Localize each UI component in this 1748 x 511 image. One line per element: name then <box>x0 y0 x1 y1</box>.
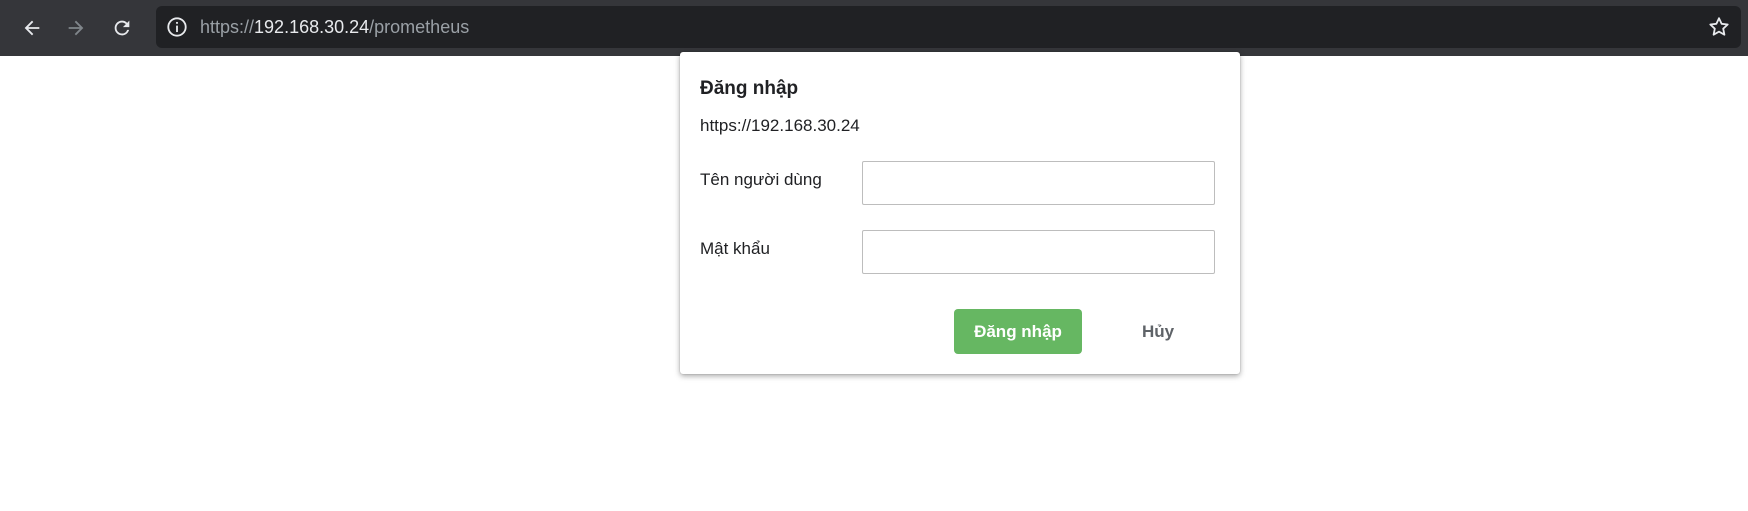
dialog-title: Đăng nhập <box>700 78 799 99</box>
forward-arrow-icon <box>68 20 84 36</box>
back-arrow-icon <box>24 20 40 36</box>
url-host: 192.168.30.24 <box>254 17 370 37</box>
dialog-origin: https://192.168.30.24 <box>700 116 860 135</box>
forward-button[interactable] <box>56 8 96 48</box>
star-icon[interactable] <box>1707 15 1731 39</box>
url-path: /prometheus <box>369 17 470 37</box>
password-input[interactable] <box>862 230 1215 274</box>
login-dialog: Đăng nhập https://192.168.30.24 Tên ngườ… <box>680 52 1240 374</box>
cancel-button[interactable]: Hủy <box>1098 309 1218 354</box>
username-input[interactable] <box>862 161 1215 205</box>
browser-toolbar: https://192.168.30.24/prometheus <box>0 0 1748 56</box>
reload-icon <box>114 20 130 36</box>
username-label: Tên người dùng <box>700 170 822 189</box>
url-text[interactable]: https://192.168.30.24/prometheus <box>200 6 469 48</box>
url-scheme: https:// <box>200 17 255 37</box>
back-button[interactable] <box>12 8 52 48</box>
info-icon[interactable] <box>166 16 188 38</box>
reload-button[interactable] <box>102 8 142 48</box>
address-bar[interactable]: https://192.168.30.24/prometheus <box>156 6 1741 48</box>
password-label: Mật khẩu <box>700 239 770 258</box>
login-button[interactable]: Đăng nhập <box>954 309 1082 354</box>
